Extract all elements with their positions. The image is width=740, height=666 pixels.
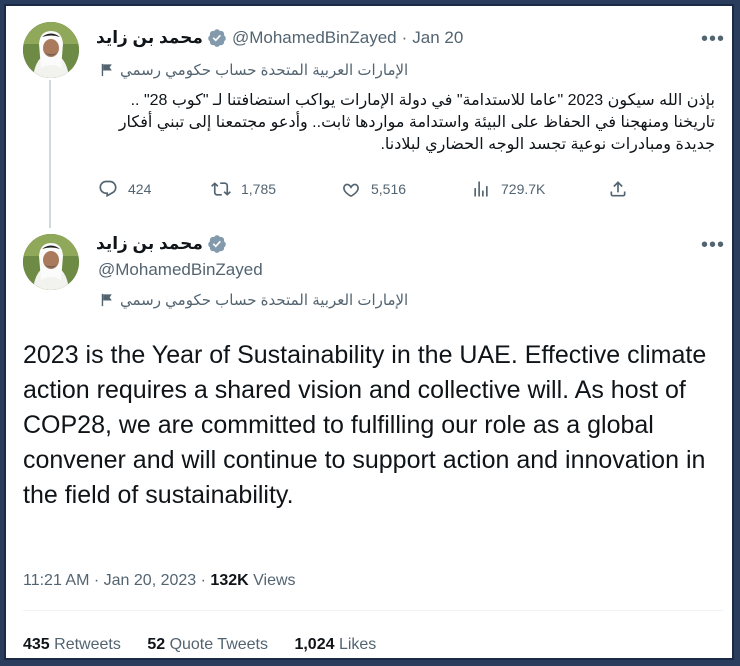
reply-button[interactable]: 424	[98, 179, 151, 199]
tweet-meta: 11:21 AM · Jan 20, 2023 · 132K Views	[23, 572, 296, 590]
author-handle[interactable]: @MohamedBinZayed	[98, 260, 263, 280]
quoted-tweet-text: بإذن الله سيكون 2023 "عاما للاستدامة" في…	[118, 92, 715, 153]
quote-tweets-label: Quote Tweets	[169, 636, 268, 653]
author-name[interactable]: محمد بن زايد	[96, 234, 203, 254]
reply-count: 424	[128, 181, 152, 197]
author-handle[interactable]: @MohamedBinZayed	[232, 28, 397, 48]
government-flag-icon	[101, 293, 112, 307]
retweets-count: 435	[23, 636, 50, 653]
like-button[interactable]: 5,516	[341, 179, 406, 199]
views-button[interactable]: 729.7K	[471, 179, 545, 199]
likes-stat-link[interactable]: 1,024 Likes	[294, 636, 376, 653]
more-horizontal-icon: •••	[700, 234, 725, 256]
views-count: 729.7K	[501, 181, 546, 197]
tweet-screenshot-frame: محمد بن زايد @MohamedBinZayed · Jan 20 •…	[4, 4, 734, 660]
analytics-bars-icon	[474, 181, 488, 197]
avatar[interactable]	[23, 234, 79, 290]
engagement-stats: 435 Retweets 52 Quote Tweets 1,024 Likes	[23, 636, 398, 654]
tweet-date[interactable]: Jan 20	[412, 28, 463, 48]
avatar-photo	[23, 22, 79, 78]
views-label: Views	[253, 572, 296, 589]
government-label[interactable]: الإمارات العربية المتحدة حساب حكومي رسمي	[100, 291, 408, 309]
more-options-button[interactable]: •••	[700, 235, 726, 260]
reply-icon	[99, 180, 117, 198]
divider	[23, 610, 723, 611]
quote-tweets-stat-link[interactable]: 52 Quote Tweets	[147, 636, 272, 653]
separator-dot: ·	[200, 572, 206, 589]
tweet-header: محمد بن زايد	[96, 234, 227, 254]
retweets-label: Retweets	[54, 636, 121, 653]
heart-icon	[343, 183, 359, 198]
tweet-actions-bar: 424 1,785 5,516 729.7K	[98, 179, 638, 207]
government-flag-icon	[101, 63, 112, 77]
quoted-header: محمد بن زايد @MohamedBinZayed · Jan 20	[96, 28, 463, 48]
government-label-text: الإمارات العربية المتحدة حساب حكومي رسمي	[120, 62, 409, 79]
like-count: 5,516	[371, 181, 407, 197]
thread-connector-line	[49, 80, 51, 228]
government-label-text: الإمارات العربية المتحدة حساب حكومي رسمي	[120, 292, 409, 309]
likes-count: 1,024	[294, 636, 335, 653]
author-name[interactable]: محمد بن زايد	[96, 28, 203, 48]
more-horizontal-icon: •••	[700, 28, 725, 50]
handle-row: @MohamedBinZayed	[98, 260, 263, 280]
verified-badge-icon[interactable]	[207, 28, 227, 48]
tweet-time[interactable]: 11:21 AM	[23, 572, 89, 589]
views-count: 132K	[210, 572, 249, 589]
tweet-full-date[interactable]: Jan 20, 2023	[104, 572, 197, 589]
quote-tweets-count: 52	[147, 636, 166, 653]
separator-dot: ·	[93, 572, 100, 589]
avatar[interactable]	[23, 22, 79, 78]
likes-label: Likes	[338, 636, 377, 653]
share-button[interactable]	[608, 179, 638, 199]
more-options-button[interactable]: •••	[700, 29, 726, 54]
retweet-button[interactable]: 1,785	[211, 179, 276, 199]
avatar-photo	[23, 234, 79, 290]
government-label[interactable]: الإمارات العربية المتحدة حساب حكومي رسمي	[100, 61, 408, 79]
tweet-text: 2023 is the Year of Sustainability in th…	[23, 341, 707, 509]
share-icon	[610, 181, 626, 197]
retweet-count: 1,785	[241, 181, 277, 197]
verified-badge-icon[interactable]	[207, 234, 227, 254]
separator-dot: ·	[401, 28, 408, 47]
retweet-icon	[211, 182, 231, 196]
retweets-stat-link[interactable]: 435 Retweets	[23, 636, 125, 653]
